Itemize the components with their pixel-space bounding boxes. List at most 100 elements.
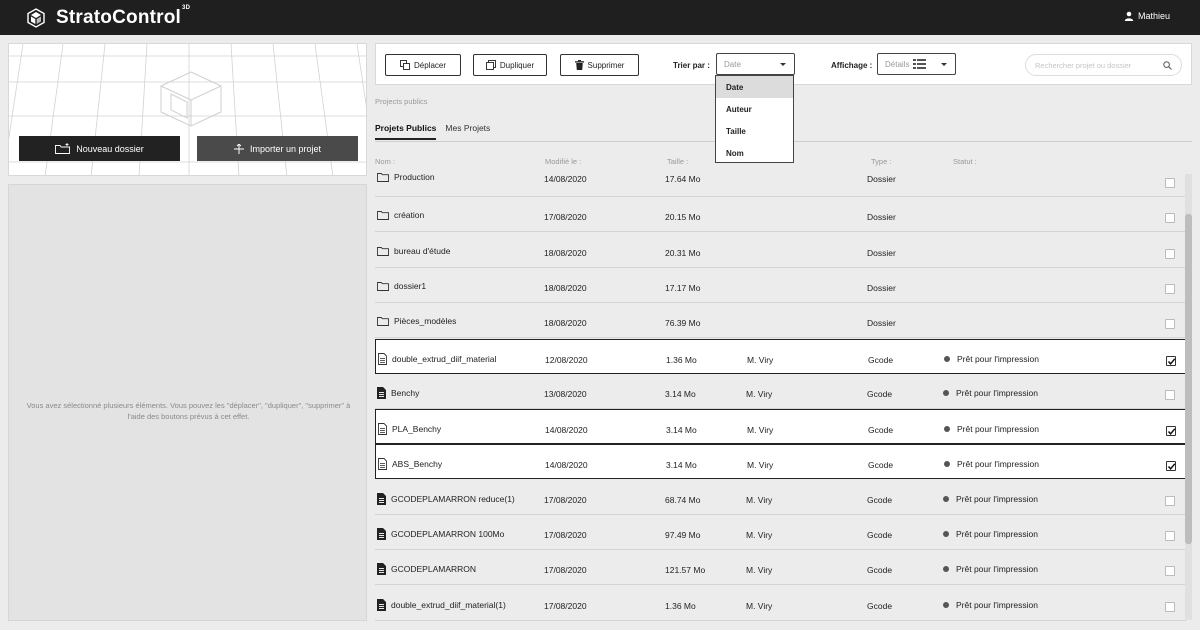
row-date: 17/08/2020 [544, 530, 587, 540]
sort-option-size[interactable]: Taille [716, 120, 793, 142]
row-author: M. Viry [746, 494, 773, 505]
sort-option-name[interactable]: Nom [716, 142, 793, 164]
user-icon [1124, 11, 1134, 21]
row-checkbox[interactable] [1165, 248, 1175, 259]
user-menu[interactable]: Mathieu [1124, 11, 1170, 21]
row-name-text: double_extrud_diif_material [392, 353, 497, 364]
row-date: 14/08/2020 [545, 460, 588, 471]
row-status-text: Prêt pour l'impression [956, 387, 1038, 398]
table-row[interactable]: double_extrud_diif_material(1) 17/08/2020… [375, 586, 1186, 621]
table-row[interactable]: ABS_Benchy 14/08/2020 3.14 Mo M. Viry Gcode P… [375, 444, 1186, 480]
row-checkbox[interactable] [1166, 426, 1176, 437]
top-bar: StratoControl3D Mathieu [0, 0, 1200, 35]
search-box[interactable]: Rechercher projet ou dossier [1025, 54, 1182, 76]
status-dot-icon [943, 566, 949, 573]
row-checkbox[interactable] [1165, 213, 1175, 224]
duplicate-label: Dupliquer [499, 60, 535, 70]
row-date: 18/08/2020 [544, 282, 587, 293]
row-name-text: ABS_Benchy [392, 459, 443, 470]
row-name: Benchy [377, 386, 419, 399]
table-row[interactable]: Pièces_modèles 18/08/2020 76.39 Mo Dossier [375, 303, 1186, 339]
duplicate-icon [485, 60, 496, 70]
selection-info-panel: Vous avez sélectionné plusieurs éléments… [8, 184, 367, 621]
row-type: Dossier [867, 282, 896, 293]
selection-message: Vous avez sélectionné plusieurs éléments… [26, 401, 351, 421]
row-checkbox[interactable] [1166, 355, 1176, 366]
table-row[interactable]: double_extrud_diif_material 12/08/2020 1.3… [375, 338, 1186, 374]
row-name: GCODEPLAMARRON reduce(1) [377, 492, 515, 505]
row-checkbox[interactable] [1165, 531, 1175, 541]
table-row[interactable]: Benchy 13/08/2020 3.14 Mo M. Viry Gcode Prêt … [375, 374, 1186, 409]
row-type: Gcode [867, 600, 893, 611]
chevron-down-icon [941, 63, 947, 66]
table-row[interactable]: GCODEPLAMARRON 17/08/2020 121.57 Mo M. Viry… [375, 550, 1186, 586]
breadcrumb[interactable]: Projects publics [375, 97, 428, 106]
row-name: création [377, 210, 424, 220]
row-checkbox[interactable] [1165, 319, 1175, 330]
import-project-label: Importer un projet [249, 143, 322, 154]
sort-option-author[interactable]: Auteur [716, 98, 793, 120]
row-size: 1.36 Mo [666, 354, 697, 365]
row-name-text: PLA_Benchy [392, 424, 442, 435]
row-size: 17.64 Mo [665, 174, 701, 184]
new-folder-button[interactable]: Nouveau dossier [19, 136, 180, 161]
list-scrollbar-thumb[interactable] [1185, 214, 1192, 544]
row-checkbox[interactable] [1166, 461, 1176, 472]
row-author: M. Viry [746, 600, 773, 611]
row-checkbox[interactable] [1165, 495, 1175, 506]
delete-button[interactable]: Supprimer [560, 54, 639, 76]
row-checkbox[interactable] [1165, 283, 1175, 294]
list-view-icon [913, 59, 927, 69]
row-name-text: Production [394, 172, 435, 182]
table-row[interactable]: Production 14/08/2020 17.64 Mo Dossier [375, 162, 1186, 197]
row-name-text: dossier1 [394, 280, 427, 291]
list-scrollbar[interactable] [1185, 174, 1192, 620]
checkmark-icon [1167, 428, 1176, 436]
import-icon [233, 143, 244, 154]
sort-select[interactable]: Date [716, 53, 795, 75]
row-name-text: GCODEPLAMARRON 100Mo [391, 529, 505, 539]
row-status-text: Prêt pour l'impression [956, 529, 1038, 539]
row-date: 12/08/2020 [545, 354, 588, 365]
duplicate-button[interactable]: Dupliquer [473, 54, 547, 76]
table-row[interactable]: GCODEPLAMARRON reduce(1) 17/08/2020 68.74 … [375, 480, 1186, 515]
document-icon [378, 458, 387, 471]
table-row[interactable]: PLA_Benchy 14/08/2020 3.14 Mo M. Viry Gcode P… [375, 409, 1186, 445]
import-project-button[interactable]: Importer un projet [197, 136, 358, 161]
row-type: Gcode [868, 460, 894, 471]
row-name: bureau d'étude [377, 246, 450, 256]
row-checkbox[interactable] [1165, 566, 1175, 577]
app-title-sup: 3D [182, 5, 191, 12]
folder-icon [377, 211, 389, 221]
row-checkbox[interactable] [1165, 178, 1175, 188]
table-row[interactable]: bureau d'étude 18/08/2020 20.31 Mo Dossier [375, 233, 1186, 268]
document-icon [377, 386, 386, 399]
status-dot-icon [943, 601, 949, 608]
folder-icon [377, 317, 389, 327]
status-dot-icon [943, 495, 949, 502]
move-button[interactable]: Déplacer [385, 54, 461, 76]
table-row[interactable]: dossier1 18/08/2020 17.17 Mo Dossier [375, 268, 1186, 303]
row-status-text: Prêt pour l'impression [956, 599, 1038, 610]
tab-my-projects[interactable]: Mes Projets [445, 123, 490, 140]
app-logo[interactable]: StratoControl3D [26, 5, 191, 29]
row-size: 1.36 Mo [665, 600, 696, 611]
checkmark-icon [1167, 463, 1176, 471]
tab-public-projects[interactable]: Projets Publics [375, 123, 437, 140]
row-name-text: création [394, 210, 425, 221]
row-author: M. Viry [746, 530, 773, 540]
row-checkbox[interactable] [1165, 389, 1175, 400]
row-date: 14/08/2020 [544, 174, 587, 184]
tab-bar: Projets Publics Mes Projets [375, 123, 499, 140]
table-row[interactable]: GCODEPLAMARRON 100Mo 17/08/2020 97.49 Mo M.… [375, 515, 1186, 550]
chevron-down-icon [780, 63, 786, 66]
search-input[interactable]: Rechercher projet ou dossier [1035, 61, 1131, 70]
project-list: Production 14/08/2020 17.64 Mo Dossier créat… [375, 162, 1186, 630]
display-select[interactable]: Détails [877, 53, 956, 75]
sort-option-date[interactable]: Date [716, 76, 793, 98]
app-title: StratoControl3D [56, 5, 191, 28]
table-row[interactable]: création 17/08/2020 20.15 Mo Dossier [375, 197, 1186, 233]
row-size: 20.31 Mo [665, 247, 701, 258]
search-icon [1163, 61, 1172, 70]
row-checkbox[interactable] [1165, 601, 1175, 612]
